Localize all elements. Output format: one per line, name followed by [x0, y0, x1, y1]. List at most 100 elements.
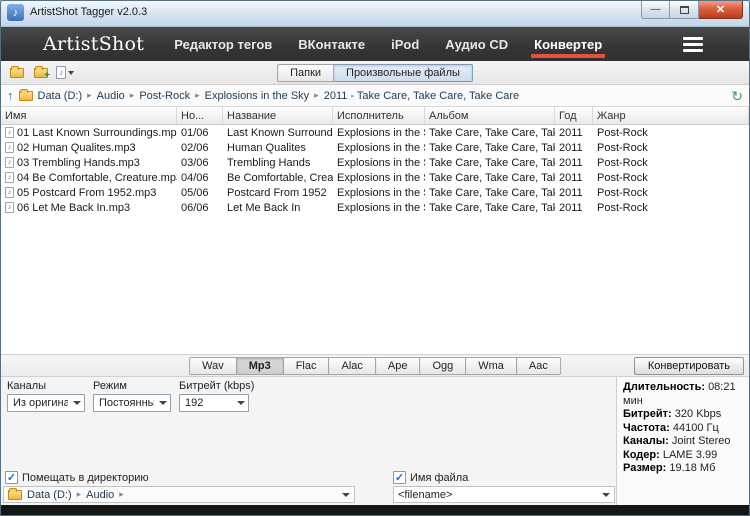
cell-album: Take Care, Take Care, Take Care: [429, 186, 555, 199]
directory-checkbox[interactable]: ✓: [5, 471, 18, 484]
mp3-file-icon: ♪: [5, 187, 14, 198]
open-folder-button[interactable]: [6, 63, 28, 82]
breadcrumb-segment[interactable]: 2011 - Take Care, Take Care, Take Care: [324, 90, 519, 102]
info-duration: Длительность: 08:21 мин: [623, 381, 736, 407]
cell-album: Take Care, Take Care, Take Care: [429, 171, 555, 184]
column-header-year[interactable]: Год: [555, 107, 593, 124]
app-icon: ♪: [7, 4, 24, 21]
mp3-file-icon: ♪: [5, 202, 14, 213]
mode-group: Режим Постоянный: [93, 380, 171, 412]
folder-add-icon: [34, 65, 50, 81]
output-directory-select[interactable]: Data (D:) ▸ Audio ▸: [3, 486, 355, 503]
table-row[interactable]: ♪ 01 Last Known Surroundings.mp3 01/06 La…: [1, 125, 749, 140]
breadcrumb-separator: ▸: [87, 90, 92, 100]
format-tab-ape[interactable]: Ape: [374, 356, 421, 375]
info-channels: Каналы: Joint Stereo: [623, 435, 731, 447]
format-tab-wav[interactable]: Wav: [189, 356, 237, 375]
cell-genre: Post-Rock: [597, 141, 648, 154]
column-header-number[interactable]: Но...: [177, 107, 223, 124]
cell-artist: Explosions in the Sky: [337, 201, 425, 214]
breadcrumb-segment[interactable]: Data (D:): [38, 90, 83, 102]
menu-item-converter[interactable]: Конвертер: [531, 27, 606, 61]
cell-year: 2011: [559, 141, 583, 154]
format-tab-alac[interactable]: Alac: [328, 356, 376, 375]
column-header-name[interactable]: Имя: [1, 107, 177, 124]
info-size: Размер: 19.18 Мб: [623, 462, 716, 474]
breadcrumb-separator: ▸: [195, 90, 200, 100]
add-folder-button[interactable]: [30, 63, 52, 82]
cell-year: 2011: [559, 156, 583, 169]
cell-number: 02/06: [181, 141, 209, 154]
cell-artist: Explosions in the Sky: [337, 126, 425, 139]
cell-artist: Explosions in the Sky: [337, 171, 425, 184]
channels-select[interactable]: Из оригинала: [7, 394, 85, 412]
hamburger-menu-icon[interactable]: [683, 36, 703, 52]
format-tab-flac[interactable]: Flac: [282, 356, 330, 375]
navigate-up-icon[interactable]: ↑: [7, 89, 14, 102]
path-separator: ▸: [76, 489, 82, 499]
breadcrumb-segment[interactable]: Explosions in the Sky: [205, 90, 310, 102]
cell-year: 2011: [559, 171, 583, 184]
main-menu: Редактор тегов ВКонтакте iPod Аудио CD К…: [174, 27, 606, 61]
convert-button[interactable]: Конвертировать: [633, 356, 744, 375]
cell-title: Let Me Back In: [227, 201, 301, 214]
chevron-down-icon: [68, 70, 74, 75]
cell-genre: Post-Rock: [597, 201, 648, 214]
mode-select[interactable]: Постоянный: [93, 394, 171, 412]
cell-artist: Explosions in the Sky: [337, 141, 425, 154]
format-tab-ogg[interactable]: Ogg: [419, 356, 467, 375]
table-row[interactable]: ♪ 05 Postcard From 1952.mp3 05/06 Postcar…: [1, 185, 749, 200]
app-window: ♪ ArtistShot Tagger v2.0.3 — ✕ ArtistSho…: [0, 0, 750, 516]
table-row[interactable]: ♪ 02 Human Qualites.mp3 02/06 Human Quali…: [1, 140, 749, 155]
format-tab-wma[interactable]: Wma: [465, 356, 517, 375]
info-bitrate: Битрейт: 320 Kbps: [623, 408, 722, 420]
menu-item-vkontakte[interactable]: ВКонтакте: [298, 27, 365, 61]
chevron-down-icon: [237, 401, 245, 405]
format-bar: Wav Mp3 Flac Alac Ape Ogg Wma Aac Конвер…: [1, 355, 749, 377]
mode-label: Режим: [93, 380, 127, 392]
cell-title: Postcard From 1952: [227, 186, 327, 199]
breadcrumb-separator: ▸: [129, 90, 135, 100]
chevron-down-icon: [159, 401, 167, 405]
menu-item-audio-cd[interactable]: Аудио CD: [445, 27, 508, 61]
cell-album: Take Care, Take Care, Take Care: [429, 201, 555, 214]
cell-number: 05/06: [181, 186, 209, 199]
filename-checkbox[interactable]: ✓: [393, 471, 406, 484]
path-separator: ▸: [119, 489, 124, 499]
bitrate-select[interactable]: 192: [179, 394, 249, 412]
column-header-genre[interactable]: Жанр: [593, 107, 749, 124]
status-strip: [1, 505, 749, 515]
new-file-button[interactable]: ♪: [54, 63, 76, 82]
directory-checkbox-row: ✓ Помещать в директорию: [5, 471, 149, 484]
menu-item-tag-editor[interactable]: Редактор тегов: [174, 27, 272, 61]
column-header-artist[interactable]: Исполнитель: [333, 107, 425, 124]
bottom-panel: Каналы Из оригинала Режим Постоянный Бит…: [1, 377, 749, 505]
refresh-icon[interactable]: ↻: [731, 89, 743, 103]
cell-title: Trembling Hands: [227, 156, 311, 169]
window-controls: — ✕: [641, 1, 743, 19]
column-header-album[interactable]: Альбом: [425, 107, 555, 124]
breadcrumb-segment[interactable]: Audio: [97, 90, 125, 102]
table-row[interactable]: ♪ 04 Be Comfortable, Creature.mp3 04/06 B…: [1, 170, 749, 185]
info-frequency: Частота: 44100 Гц: [623, 421, 719, 434]
column-header-title[interactable]: Название: [223, 107, 333, 124]
cell-filename: ♪ 05 Postcard From 1952.mp3: [1, 187, 177, 199]
chevron-down-icon: [602, 492, 610, 497]
breadcrumb-segment[interactable]: Post-Rock: [139, 90, 190, 102]
minimize-button[interactable]: —: [641, 1, 670, 19]
table-row[interactable]: ♪ 03 Trembling Hands.mp3 03/06 Trembling …: [1, 155, 749, 170]
format-tab-aac[interactable]: Aac: [515, 356, 561, 375]
folders-view-button[interactable]: Папки: [277, 63, 335, 82]
close-button[interactable]: ✕: [699, 1, 743, 19]
filename-pattern-select[interactable]: <filename>: [393, 486, 615, 503]
menu-item-ipod[interactable]: iPod: [391, 27, 419, 61]
maximize-button[interactable]: [670, 1, 699, 19]
filename-checkbox-label: Имя файла: [410, 471, 469, 484]
cell-album: Take Care, Take Care, Take Care: [429, 141, 555, 154]
app-header: ArtistShot Редактор тегов ВКонтакте iPod…: [1, 27, 749, 61]
cell-filename: ♪ 02 Human Qualites.mp3: [1, 142, 177, 154]
custom-files-view-button[interactable]: Произвольные файлы: [334, 63, 473, 82]
format-tab-mp3[interactable]: Mp3: [235, 356, 284, 375]
cell-title: Human Qualites: [227, 141, 306, 154]
table-row[interactable]: ♪ 06 Let Me Back In.mp3 06/06 Let Me Back…: [1, 200, 749, 215]
